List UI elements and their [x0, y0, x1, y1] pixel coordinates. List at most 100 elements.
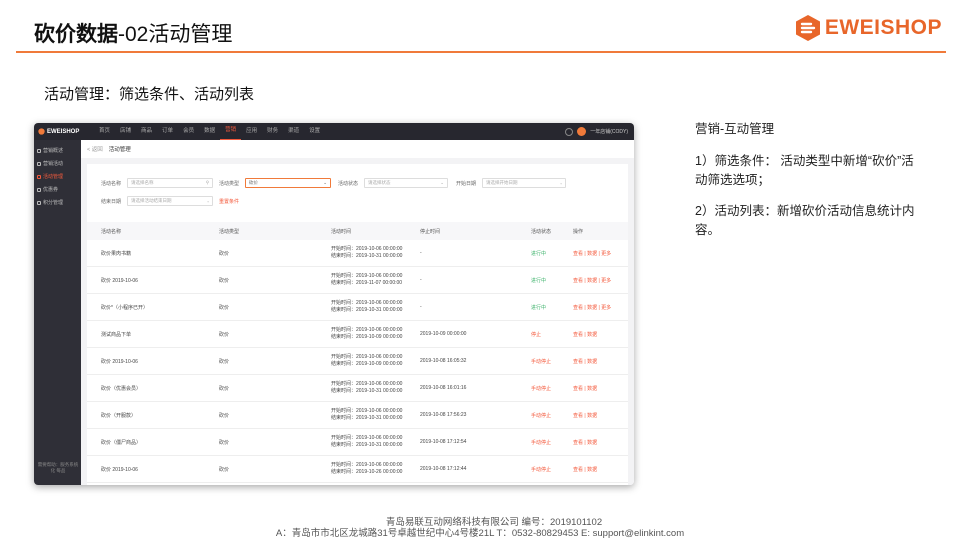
activity-name: 砍价 2019-10-06	[101, 358, 138, 365]
activity-time: 开始时间：2019-10-06 00:00:00 结束时间：2019-10-09 …	[331, 348, 402, 374]
activity-time: 开始时间：2019-10-06 00:00:00 结束时间：2019-10-31 …	[331, 402, 402, 428]
menu-item-icon	[37, 200, 41, 205]
nav-item[interactable]: 会员	[178, 123, 199, 140]
stop-time: 2019-10-08 16:05:32	[420, 358, 467, 364]
start-date-placeholder: 请选择开始日期	[486, 180, 518, 185]
activity-time: 开始时间：2019-10-06 00:00:00 结束时间：2019-10-09 …	[331, 321, 402, 347]
row-actions[interactable]: 查看 | 数据	[573, 348, 597, 374]
type-select[interactable]: 砍价 ⌄	[245, 178, 332, 188]
status-badge: 手动停止	[531, 385, 552, 392]
activity-start-time: 开始时间：2019-10-06 00:00:00	[331, 245, 403, 252]
nav-item[interactable]: 设置	[304, 123, 325, 140]
nav-item[interactable]: 订单	[157, 123, 178, 140]
menu-item-icon	[37, 187, 41, 192]
sidebar-item[interactable]: 活动管理	[34, 170, 81, 183]
reset-button[interactable]: 重置条件	[219, 198, 239, 205]
filter-status: 活动状态 请选择状态 ⌄	[338, 178, 449, 188]
row-actions[interactable]: 查看 | 数据 | 更多	[573, 294, 611, 320]
nav-item[interactable]: 首页	[94, 123, 115, 140]
nav-item[interactable]: 数据	[199, 123, 220, 140]
nav-item[interactable]: 店铺	[115, 123, 136, 140]
table-row: 砍价*（小程序已开） 砍价 开始时间：2019-10-06 00:00:00 结束时间…	[87, 294, 628, 321]
sidebar-item-label: 优惠券	[43, 187, 59, 193]
filter-end: 结束日期 请选择活动结束日期 ▫ 重置条件	[101, 196, 239, 206]
brand-text: EWEISHOP	[824, 16, 942, 39]
sidebar-item[interactable]: 营销概述	[34, 144, 81, 157]
filter-type: 活动类型 砍价 ⌄	[219, 178, 332, 188]
section-heading: 活动管理：筛选条件、活动列表	[44, 86, 255, 103]
activity-end-time: 结束时间：2019-10-31 00:00:00	[331, 415, 403, 421]
calendar-icon: ▫	[207, 198, 210, 204]
row-actions[interactable]: 查看 | 数据	[573, 429, 597, 455]
activity-type: 砍价	[219, 412, 230, 419]
stop-time: -	[420, 277, 422, 283]
table-header: 活动名称 活动类型 活动时间 停止时间 活动状态 操作	[87, 222, 628, 240]
back-link[interactable]: < 返回	[87, 145, 103, 153]
nav-item[interactable]: 渠道	[283, 123, 304, 140]
sidebar-item[interactable]: 营销活动	[34, 157, 81, 170]
activity-panel: 活动名称 请选择名称 ⚲ 活动类型 砍价 ⌄ 活动状态 请选择状态 ⌄ 开始日期…	[87, 164, 628, 485]
stop-time: 2019-10-08 16:01:16	[420, 385, 467, 391]
activity-type: 砍价	[219, 277, 230, 284]
notes: 营销-互动管理 1）筛选条件： 活动类型中新增“砍价”活动筛选选项； 2）活动列…	[695, 120, 917, 253]
activity-end-time: 结束时间：2019-10-31 00:00:00	[331, 388, 403, 394]
filter-end-label: 结束日期	[101, 198, 122, 205]
stop-time: 2019-10-09 00:00:00	[420, 331, 467, 337]
filter-name: 活动名称 请选择名称 ⚲	[101, 178, 214, 188]
slide-title-bold: 砍价数据	[34, 23, 118, 46]
table-row: 砍价 2019-10-06 砍价 开始时间：2019-10-06 00:00:00 结…	[87, 348, 628, 375]
stop-time: 2019-10-08 17:12:44	[420, 466, 467, 472]
hexagon-logo-icon	[795, 15, 820, 41]
app-sidebar: 营销概述 营销活动 活动管理 优惠券 积分管理 需要帮助：服务系统化 每品	[34, 140, 81, 485]
start-date-input[interactable]: 请选择开始日期 ▫	[482, 178, 567, 188]
activity-end-time: 结束时间：2019-11-07 00:00:00	[331, 280, 403, 286]
row-actions[interactable]: 查看 | 数据	[573, 375, 597, 401]
row-actions[interactable]: 查看 | 数据 | 更多	[573, 267, 611, 293]
activity-start-time: 开始时间：2019-10-06 00:00:00	[331, 380, 403, 387]
app-logo-icon	[38, 128, 45, 135]
activity-type: 砍价	[219, 358, 230, 365]
nav-item[interactable]: 营销	[220, 123, 242, 140]
activity-name: 砍价果肉书籍	[101, 250, 132, 257]
name-input[interactable]: 请选择名称 ⚲	[127, 178, 214, 188]
filter-start-label: 开始日期	[456, 180, 477, 187]
filter-start: 开始日期 请选择开始日期 ▫	[456, 178, 567, 188]
table-row: 砍价果肉书籍 砍价 开始时间：2019-10-06 00:00:00 结束时间：201…	[87, 240, 628, 267]
name-input-placeholder: 请选择名称	[131, 180, 154, 185]
row-actions[interactable]: 查看 | 数据	[573, 456, 597, 482]
activity-name: 砍价（优惠会员）	[101, 385, 142, 392]
activity-start-time: 开始时间：2019-10-06 00:00:00	[331, 326, 403, 333]
avatar[interactable]	[577, 127, 587, 136]
filter-status-label: 活动状态	[338, 180, 359, 187]
row-actions[interactable]: 查看 | 数据	[573, 321, 597, 347]
activity-start-time: 开始时间：2019-10-06 00:00:00	[331, 407, 403, 414]
app-logo[interactable]: EWEISHOP	[38, 128, 86, 135]
end-date-input[interactable]: 请选择活动结束日期 ▫	[127, 196, 214, 206]
menu-item-icon	[37, 161, 41, 166]
row-actions[interactable]: 查看 | 数据	[573, 402, 597, 428]
search-icon: ⚲	[205, 180, 210, 185]
status-badge: 手动停止	[531, 466, 552, 473]
nav-item[interactable]: 应用	[241, 123, 262, 140]
status-badge: 进行中	[531, 250, 547, 257]
admin-screenshot: EWEISHOP 首页 店铺 商品 订单 会员 数据 营销 应用 财务 渠道 设置 一年店铺(COD…	[34, 123, 634, 485]
stop-time: -	[420, 304, 422, 310]
status-select[interactable]: 请选择状态 ⌄	[364, 178, 449, 188]
nav-item[interactable]: 商品	[136, 123, 157, 140]
status-select-placeholder: 请选择状态	[368, 180, 391, 185]
activity-time: 开始时间：2019-10-06 00:00:00 结束时间：2019-10-31 …	[331, 240, 402, 266]
activity-time: 开始时间：2019-10-06 00:00:00 结束时间：2019-10-26 …	[331, 456, 402, 482]
top-nav: 首页 店铺 商品 订单 会员 数据 营销 应用 财务 渠道 设置	[94, 123, 325, 140]
sidebar-item[interactable]: 积分管理	[34, 196, 81, 209]
sidebar-item[interactable]: 优惠券	[34, 183, 81, 196]
activity-name: 测试商品下单	[101, 331, 132, 338]
nav-item[interactable]: 财务	[262, 123, 283, 140]
help-icon[interactable]	[565, 127, 574, 136]
shop-name[interactable]: 一年店铺(CODY)	[590, 128, 628, 135]
activity-type: 砍价	[219, 250, 230, 257]
table-row: 砍价 2019-10-06 砍价 开始时间：2019-10-06 00:00:00 结…	[87, 456, 628, 483]
slide-title: 砍价数据-02活动管理	[34, 18, 232, 48]
status-badge: 停止	[531, 331, 542, 338]
row-actions[interactable]: 查看 | 数据 | 更多	[573, 240, 611, 266]
activity-name: 砍价 2019-10-06	[101, 466, 138, 473]
